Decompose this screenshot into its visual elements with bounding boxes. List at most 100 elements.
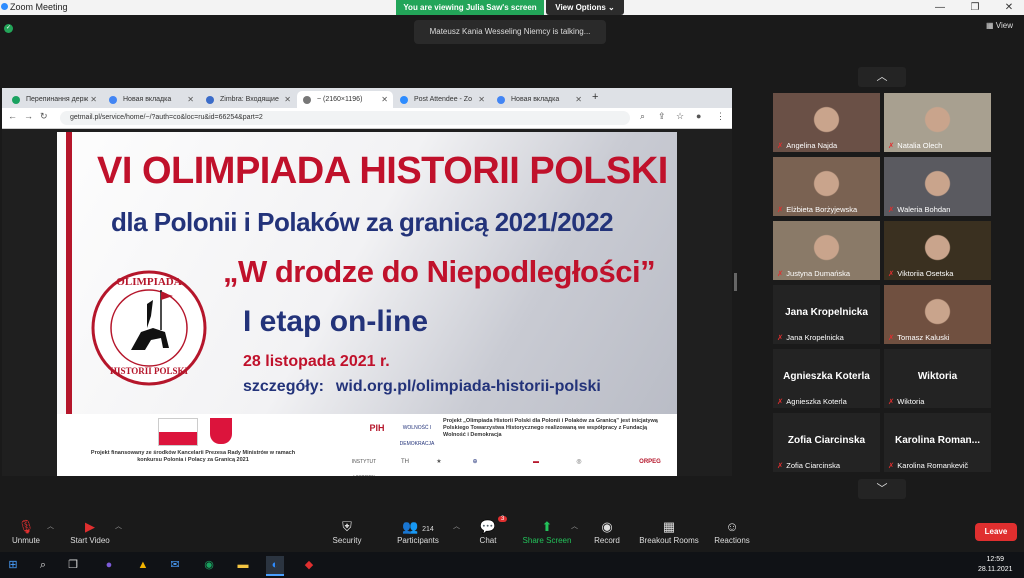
participant-tile[interactable]: Jana Kropelnicka ✗ Jana Kropelnicka bbox=[773, 285, 880, 344]
reactions-button[interactable]: ☺ Reactions bbox=[710, 518, 754, 552]
clock-date: 28.11.2021 bbox=[978, 566, 1013, 573]
breakout-rooms-button[interactable]: ▦ Breakout Rooms bbox=[636, 518, 702, 552]
profile-icon[interactable]: ● bbox=[696, 111, 701, 121]
muted-mic-icon: ✗ bbox=[777, 461, 784, 470]
gallery-up-button[interactable]: ︿ bbox=[858, 67, 906, 87]
browser-tab[interactable]: Новая вкладка ✕ bbox=[491, 91, 587, 108]
participant-tile[interactable]: Agnieszka Koterla ✗ Agnieszka Koterla bbox=[773, 349, 880, 408]
windows-start-icon[interactable]: ⊞ bbox=[4, 556, 22, 574]
browser-tab-active[interactable]: ~ (2160×1196) ✕ bbox=[297, 91, 393, 108]
caret-up-icon: ︿ bbox=[115, 523, 122, 530]
chrome-icon[interactable]: ◉ bbox=[200, 556, 218, 574]
reactions-label: Reactions bbox=[714, 536, 750, 545]
app-icon[interactable]: ◆ bbox=[300, 556, 318, 574]
google-drive-icon[interactable]: ▲ bbox=[134, 556, 152, 574]
record-button[interactable]: ◉ Record bbox=[588, 518, 626, 552]
panel-splitter-handle[interactable] bbox=[734, 273, 737, 291]
maximize-button[interactable]: ❐ bbox=[963, 0, 987, 15]
participant-tile[interactable]: ✗ Waleria Bohdan bbox=[884, 157, 991, 216]
back-icon[interactable]: ← bbox=[8, 111, 17, 121]
participant-tile[interactable]: ✗ Elżbieta Borżyjewska bbox=[773, 157, 880, 216]
polish-flag-icon bbox=[158, 418, 198, 446]
reload-icon[interactable]: ↻ bbox=[40, 111, 48, 122]
participants-icon: 👥 214 bbox=[402, 519, 434, 534]
participant-tile[interactable]: Karolina Roman... ✗ Karolina Romankevič bbox=[884, 413, 991, 472]
participant-display-name: Jana Kropelnicka bbox=[785, 307, 868, 318]
unmute-button[interactable]: 🎙 Unmute bbox=[8, 518, 44, 552]
close-button[interactable]: ✕ bbox=[997, 0, 1021, 15]
muted-mic-icon: ✗ bbox=[888, 269, 895, 278]
encryption-shield-icon[interactable]: ✓ bbox=[4, 24, 13, 33]
browser-tab[interactable]: Перепинання держ ✕ bbox=[6, 91, 102, 108]
participant-tile[interactable]: ✗ Angelina Najda bbox=[773, 93, 880, 152]
participant-name-text: Wiktoria bbox=[897, 397, 925, 406]
tab-close-icon[interactable]: ✕ bbox=[381, 91, 388, 108]
tab-close-icon[interactable]: ✕ bbox=[575, 91, 582, 108]
browser-tab[interactable]: Новая вкладка ✕ bbox=[103, 91, 199, 108]
participant-name-text: Agnieszka Koterla bbox=[786, 397, 847, 406]
poster-date: 28 listopada 2021 r. bbox=[243, 353, 390, 370]
participants-options-caret[interactable]: ︿ bbox=[448, 518, 460, 552]
participant-tile[interactable]: ✗ Natalia Olech bbox=[884, 93, 991, 152]
share-options-caret[interactable]: ︿ bbox=[566, 518, 578, 552]
viber-icon[interactable]: ● bbox=[100, 556, 118, 574]
participant-tile[interactable]: ✗ Justyna Dumańska bbox=[773, 221, 880, 280]
tab-label: Zimbra: Входящие bbox=[220, 96, 279, 103]
muted-mic-icon: ✗ bbox=[888, 205, 895, 214]
start-video-button[interactable]: ▶ Start Video bbox=[64, 518, 116, 552]
browser-tab[interactable]: Zimbra: Входящие ✕ bbox=[200, 91, 296, 108]
video-options-caret[interactable]: ︿ bbox=[110, 518, 122, 552]
new-tab-button[interactable]: + bbox=[592, 91, 598, 103]
muted-mic-icon: ✗ bbox=[777, 141, 784, 150]
participant-name-text: Elżbieta Borżyjewska bbox=[786, 205, 858, 214]
security-button[interactable]: ⛨ Security bbox=[326, 518, 368, 552]
participant-name: ✗ Elżbieta Borżyjewska bbox=[777, 205, 857, 214]
participant-tile[interactable]: ✗ Viktoriia Osetska bbox=[884, 221, 991, 280]
audio-options-caret[interactable]: ︿ bbox=[42, 518, 54, 552]
bookmark-star-icon[interactable]: ☆ bbox=[676, 111, 684, 122]
zoom-icon[interactable]: ⌕ bbox=[640, 111, 645, 122]
view-options-button[interactable]: View Options ⌄ bbox=[546, 0, 624, 15]
participants-button[interactable]: 👥 214 Participants bbox=[392, 518, 444, 552]
system-clock[interactable]: 12:59 28.11.2021 bbox=[978, 555, 1013, 575]
url-field[interactable]: getmail.pl/service/home/~/?auth=co&loc=r… bbox=[60, 111, 630, 125]
browser-tab[interactable]: Post Attendee - Zo ✕ bbox=[394, 91, 490, 108]
minimize-button[interactable]: — bbox=[928, 0, 952, 15]
participant-name: ✗ Natalia Olech bbox=[888, 141, 942, 150]
caret-up-icon: ︿ bbox=[47, 523, 54, 530]
tab-close-icon[interactable]: ✕ bbox=[187, 91, 194, 108]
participant-tile[interactable]: ✗ Tomasz Kaluski bbox=[884, 285, 991, 344]
view-button[interactable]: ▦ View bbox=[986, 21, 1013, 30]
share-icon[interactable]: ⇪ bbox=[658, 111, 666, 122]
forward-icon[interactable]: → bbox=[24, 111, 33, 121]
file-explorer-icon[interactable]: ▬ bbox=[234, 556, 252, 574]
tab-close-icon[interactable]: ✕ bbox=[478, 91, 485, 108]
orpeg-logo: ORPEG bbox=[639, 459, 661, 465]
tab-favicon-icon bbox=[303, 96, 311, 104]
poster-title: VI OLIMPIADA HISTORII POLSKI bbox=[97, 150, 668, 192]
chat-badge: 3 bbox=[498, 516, 508, 522]
menu-kebab-icon[interactable]: ⋮ bbox=[716, 111, 725, 122]
participant-tile[interactable]: Wiktoria ✗ Wiktoria bbox=[884, 349, 991, 408]
video-off-icon: ▶ bbox=[85, 519, 95, 534]
participant-tile[interactable]: Zofia Ciarcinska ✗ Zofia Ciarcinska bbox=[773, 413, 880, 472]
participant-display-name: Agnieszka Koterla bbox=[783, 371, 870, 382]
task-view-icon[interactable]: ❐ bbox=[64, 556, 82, 574]
chat-button[interactable]: 💬 3 Chat bbox=[470, 516, 508, 552]
breakout-rooms-icon: ▦ bbox=[662, 519, 676, 534]
chat-label: Chat bbox=[479, 536, 497, 545]
browser-tab-bar: Перепинання держ ✕ Новая вкладка ✕ Zimbra:… bbox=[2, 88, 732, 108]
tab-close-icon[interactable]: ✕ bbox=[284, 91, 291, 108]
gallery-down-button[interactable]: ﹀ bbox=[858, 479, 906, 499]
tab-close-icon[interactable]: ✕ bbox=[90, 91, 97, 108]
participant-display-name: Zofia Ciarcinska bbox=[787, 435, 866, 446]
participant-name: ✗ Jana Kropelnicka bbox=[777, 333, 844, 342]
partner-logo: ⊕ bbox=[472, 459, 478, 465]
zoom-taskbar-icon[interactable]: ◐ bbox=[266, 556, 284, 576]
pih-logo: PIH bbox=[369, 423, 385, 433]
participant-name: ✗ Karolina Romankevič bbox=[888, 461, 968, 470]
caret-up-icon: ︿ bbox=[453, 523, 460, 530]
search-icon[interactable]: ⌕ bbox=[34, 556, 52, 574]
mail-icon[interactable]: ✉ bbox=[166, 556, 184, 574]
leave-button[interactable]: Leave bbox=[975, 523, 1017, 541]
